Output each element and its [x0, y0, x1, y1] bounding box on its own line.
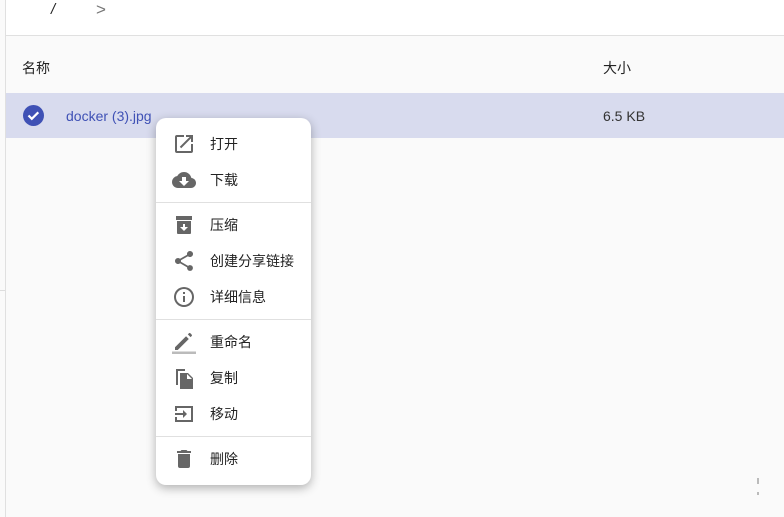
menu-label: 创建分享链接 [210, 253, 294, 269]
menu-item-open[interactable]: 打开 [156, 126, 311, 162]
menu-label: 复制 [210, 370, 238, 386]
menu-item-rename[interactable]: 重命名 [156, 324, 311, 360]
menu-item-info[interactable]: 详细信息 [156, 279, 311, 315]
menu-item-download[interactable]: 下载 [156, 162, 311, 198]
share-icon [175, 250, 194, 271]
scroll-indicator [757, 478, 759, 495]
archive-icon [176, 216, 192, 234]
chevron-right-icon[interactable]: > [96, 0, 106, 20]
file-name: docker (3).jpg [66, 108, 152, 124]
table-row[interactable]: docker (3).jpg 6.5 KB [6, 93, 784, 138]
menu-item-compress[interactable]: 压缩 [156, 207, 311, 243]
menu-label: 详细信息 [210, 289, 266, 305]
menu-divider [156, 319, 311, 320]
file-size: 6.5 KB [603, 108, 646, 124]
menu-label: 删除 [210, 451, 238, 467]
menu-label: 移动 [210, 406, 238, 422]
menu-divider [156, 202, 311, 203]
move-icon [175, 406, 193, 422]
menu-label: 下载 [210, 172, 238, 188]
open-in-new-icon [175, 135, 193, 153]
menu-item-share[interactable]: 创建分享链接 [156, 243, 311, 279]
rename-icon [172, 332, 196, 354]
breadcrumb-root[interactable]: / [51, 1, 55, 18]
copy-icon [176, 369, 193, 389]
column-name[interactable]: 名称 [22, 58, 50, 78]
cloud-download-icon [172, 172, 196, 188]
left-mark [0, 290, 5, 291]
delete-icon [177, 450, 191, 468]
table-header: 名称 大小 [6, 37, 784, 93]
context-menu: 打开 下载 压缩 创建分享链接 详细信息 重命名 复制 移动 删除 [156, 118, 311, 485]
column-size[interactable]: 大小 [603, 58, 631, 78]
menu-divider [156, 436, 311, 437]
menu-item-copy[interactable]: 复制 [156, 360, 311, 396]
menu-label: 压缩 [210, 217, 238, 233]
menu-item-delete[interactable]: 删除 [156, 441, 311, 477]
menu-label: 重命名 [210, 334, 252, 350]
menu-item-move[interactable]: 移动 [156, 396, 311, 432]
check-circle-icon[interactable] [23, 105, 44, 126]
info-icon [174, 287, 194, 307]
navigation-bar: / > [6, 0, 784, 36]
menu-label: 打开 [210, 136, 238, 152]
